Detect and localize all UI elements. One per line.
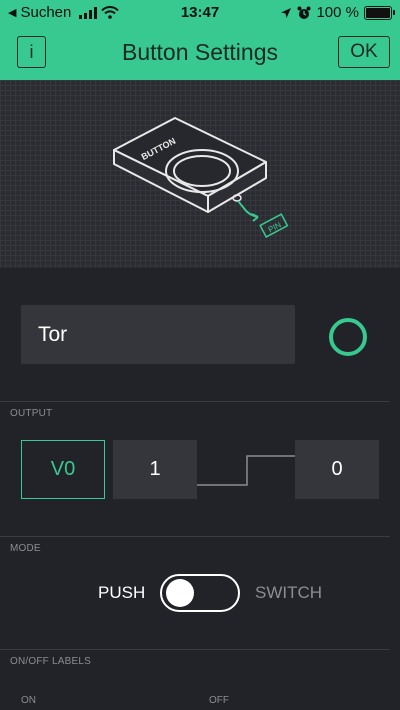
ok-button[interactable]: OK <box>338 36 390 68</box>
off-value-input[interactable]: 0 <box>295 440 379 499</box>
signal-wave-graphic <box>197 455 295 486</box>
mode-toggle[interactable] <box>160 574 240 612</box>
switch-mode-label[interactable]: SWITCH <box>255 583 322 603</box>
push-mode-label[interactable]: PUSH <box>98 583 145 603</box>
output-section-label: OUTPUT <box>10 408 53 419</box>
divider <box>0 536 390 537</box>
on-value-input[interactable]: 1 <box>113 440 197 499</box>
pin-selector[interactable]: V0 <box>21 440 105 499</box>
button-device-illustration: PIN BUTTON <box>113 117 289 238</box>
mode-section-label: MODE <box>10 543 41 554</box>
battery-icon <box>364 5 395 20</box>
color-picker-button[interactable] <box>329 318 367 356</box>
divider <box>0 649 390 650</box>
alarm-icon <box>297 6 311 19</box>
toggle-knob <box>166 579 194 607</box>
widget-preview: PIN BUTTON <box>0 80 400 268</box>
location-icon <box>281 7 292 18</box>
status-right: 100 % <box>280 4 395 21</box>
widget-name-field[interactable]: Tor <box>21 305 295 364</box>
divider <box>0 401 390 402</box>
header: i Button Settings OK <box>0 26 400 80</box>
off-label-caption: OFF <box>209 695 229 706</box>
labels-section-label: ON/OFF LABELS <box>10 656 91 667</box>
status-bar: ◀ Suchen 13:47 100 % <box>0 0 400 26</box>
pin-tag-label: PIN <box>267 220 283 234</box>
on-label-caption: ON <box>21 695 36 706</box>
battery-percent: 100 % <box>316 4 359 21</box>
